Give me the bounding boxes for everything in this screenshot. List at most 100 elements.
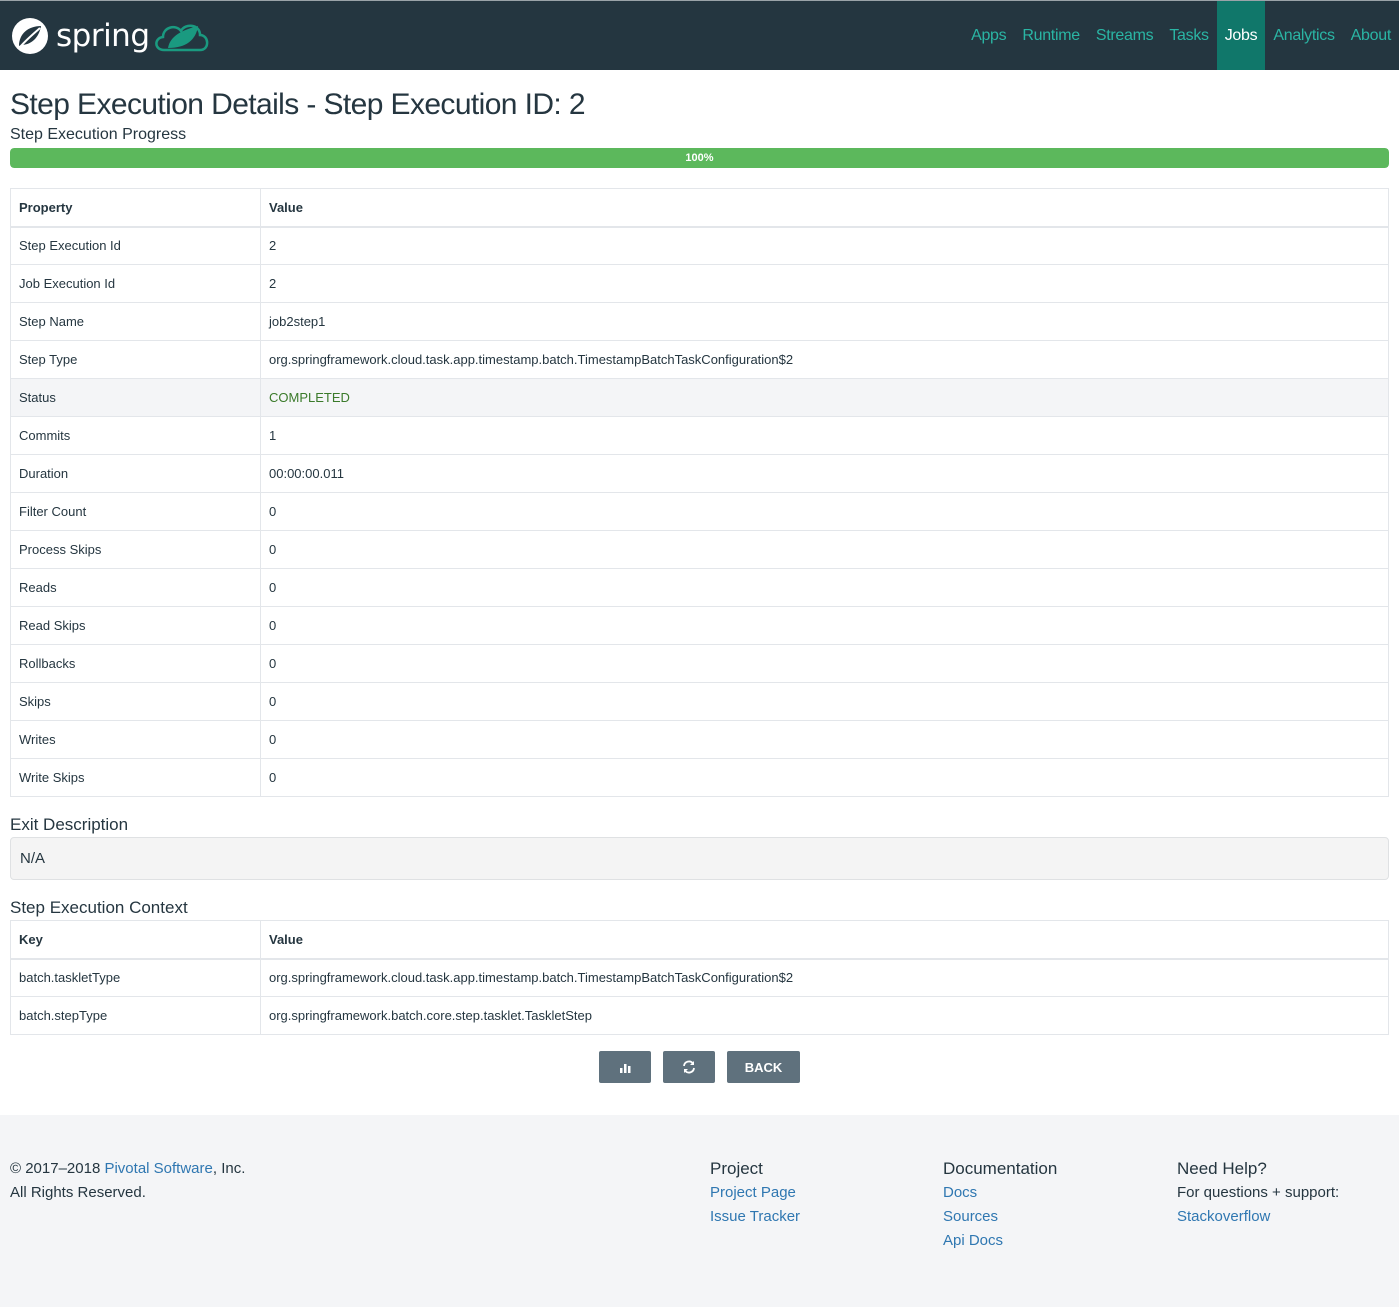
project-heading: Project — [710, 1159, 763, 1178]
api-docs-link[interactable]: Api Docs — [943, 1232, 1003, 1249]
footer: © 2017–2018 Pivotal Software, Inc. All R… — [0, 1115, 1399, 1307]
value-cell: 0 — [260, 492, 1389, 531]
nav-jobs[interactable]: Jobs — [1216, 1, 1266, 70]
value-cell: org.springframework.cloud.task.app.times… — [260, 340, 1389, 379]
table-row: Status COMPLETED — [10, 378, 1389, 417]
refresh-button[interactable] — [662, 1051, 715, 1083]
table-row: Step Name job2step1 — [10, 302, 1389, 341]
table-row: batch.taskletType org.springframework.clo… — [10, 958, 1389, 997]
action-buttons: BACK — [10, 1051, 1389, 1083]
copyright-suffix: , Inc. — [212, 1160, 246, 1177]
step-details-table: Property Value Step Execution Id 2 Job Exe… — [10, 188, 1389, 797]
header-value: Value — [260, 188, 1389, 228]
property-cell: Skips — [10, 682, 261, 721]
property-cell: Commits — [10, 416, 261, 455]
issue-tracker-link[interactable]: Issue Tracker — [710, 1208, 800, 1225]
footer-help: Need Help? For questions + support: Stac… — [1177, 1157, 1339, 1229]
copyright-prefix: © 2017–2018 — [10, 1160, 105, 1177]
footer-documentation: Documentation Docs Sources Api Docs — [943, 1157, 1057, 1253]
table-header-row: Key Value — [10, 920, 1389, 960]
value-cell: 0 — [260, 568, 1389, 607]
documentation-heading: Documentation — [943, 1159, 1058, 1178]
table-row: Duration 00:00:00.011 — [10, 454, 1389, 493]
table-row: Read Skips 0 — [10, 606, 1389, 645]
table-row: Job Execution Id 2 — [10, 264, 1389, 303]
page-title: Step Execution Details - Step Execution … — [10, 88, 586, 121]
main-content: Step Execution Details - Step Execution … — [0, 88, 1399, 1083]
table-row: Filter Count 0 — [10, 492, 1389, 531]
table-row: Writes 0 — [10, 720, 1389, 759]
table-row: Step Execution Id 2 — [10, 226, 1389, 265]
back-button[interactable]: BACK — [726, 1051, 801, 1083]
nav-runtime[interactable]: Runtime — [1014, 1, 1087, 70]
project-page-link[interactable]: Project Page — [710, 1184, 796, 1201]
nav-about[interactable]: About — [1343, 1, 1399, 70]
bar-chart-icon — [619, 1064, 631, 1073]
chart-button[interactable] — [598, 1051, 651, 1083]
value-cell: 2 — [260, 226, 1389, 265]
table-row: Step Type org.springframework.cloud.task.… — [10, 340, 1389, 379]
footer-project: Project Project Page Issue Tracker — [710, 1157, 800, 1229]
context-key-cell: batch.stepType — [10, 996, 261, 1035]
execution-context-table: Key Value batch.taskletType org.springfra… — [10, 920, 1389, 1035]
header-property: Property — [10, 188, 261, 228]
nav-analytics[interactable]: Analytics — [1265, 1, 1342, 70]
header-key: Key — [10, 920, 261, 960]
property-cell: Process Skips — [10, 530, 261, 569]
value-cell: job2step1 — [260, 302, 1389, 341]
nav-apps[interactable]: Apps — [963, 1, 1014, 70]
property-cell: Write Skips — [10, 758, 261, 797]
table-row: Process Skips 0 — [10, 530, 1389, 569]
progress-bar-track: 100% — [10, 148, 1389, 168]
property-cell: Filter Count — [10, 492, 261, 531]
progress-label: Step Execution Progress — [10, 126, 187, 143]
cloud-leaf-icon — [154, 24, 208, 51]
main-nav: Apps Runtime Streams Tasks Jobs Analytic… — [963, 1, 1399, 70]
rights-text: All Rights Reserved. — [10, 1184, 146, 1201]
stackoverflow-link[interactable]: Stackoverflow — [1177, 1208, 1270, 1225]
exit-description-title: Exit Description — [10, 815, 129, 834]
pivotal-link[interactable]: Pivotal Software — [104, 1160, 212, 1177]
table-row: batch.stepType org.springframework.batch.… — [10, 996, 1389, 1035]
value-cell: 0 — [260, 758, 1389, 797]
context-key-cell: batch.taskletType — [10, 958, 261, 997]
property-cell: Read Skips — [10, 606, 261, 645]
property-cell: Reads — [10, 568, 261, 607]
value-cell: 0 — [260, 682, 1389, 721]
value-cell: 0 — [260, 644, 1389, 683]
property-cell: Step Execution Id — [10, 226, 261, 265]
property-cell: Status — [10, 378, 261, 417]
brand-name: spring — [56, 17, 150, 54]
property-cell: Rollbacks — [10, 644, 261, 683]
value-cell: 00:00:00.011 — [260, 454, 1389, 493]
value-cell: 0 — [260, 606, 1389, 645]
table-row: Commits 1 — [10, 416, 1389, 455]
value-cell: 0 — [260, 720, 1389, 759]
table-row: Rollbacks 0 — [10, 644, 1389, 683]
value-cell: 1 — [260, 416, 1389, 455]
table-row: Skips 0 — [10, 682, 1389, 721]
footer-copyright: © 2017–2018 Pivotal Software, Inc. All R… — [10, 1157, 245, 1205]
context-title: Step Execution Context — [10, 898, 188, 917]
table-row: Reads 0 — [10, 568, 1389, 607]
property-cell: Writes — [10, 720, 261, 759]
help-heading: Need Help? — [1177, 1159, 1267, 1178]
context-value-cell: org.springframework.cloud.task.app.times… — [260, 958, 1389, 997]
refresh-icon — [682, 1060, 695, 1074]
docs-link[interactable]: Docs — [943, 1184, 977, 1201]
progress-bar-fill: 100% — [10, 148, 1389, 168]
property-cell: Step Name — [10, 302, 261, 341]
spring-leaf-icon — [12, 17, 48, 54]
help-text: For questions + support: — [1177, 1184, 1340, 1201]
table-row: Write Skips 0 — [10, 758, 1389, 797]
table-header-row: Property Value — [10, 188, 1389, 228]
sources-link[interactable]: Sources — [943, 1208, 998, 1225]
header-value: Value — [260, 920, 1389, 960]
property-cell: Duration — [10, 454, 261, 493]
nav-tasks[interactable]: Tasks — [1161, 1, 1216, 70]
status-badge: COMPLETED — [260, 378, 1389, 417]
property-cell: Step Type — [10, 340, 261, 379]
navbar: spring Apps Runtime Streams Tasks Jobs A… — [0, 0, 1399, 70]
nav-streams[interactable]: Streams — [1088, 1, 1161, 70]
brand-logo[interactable]: spring — [0, 1, 212, 70]
